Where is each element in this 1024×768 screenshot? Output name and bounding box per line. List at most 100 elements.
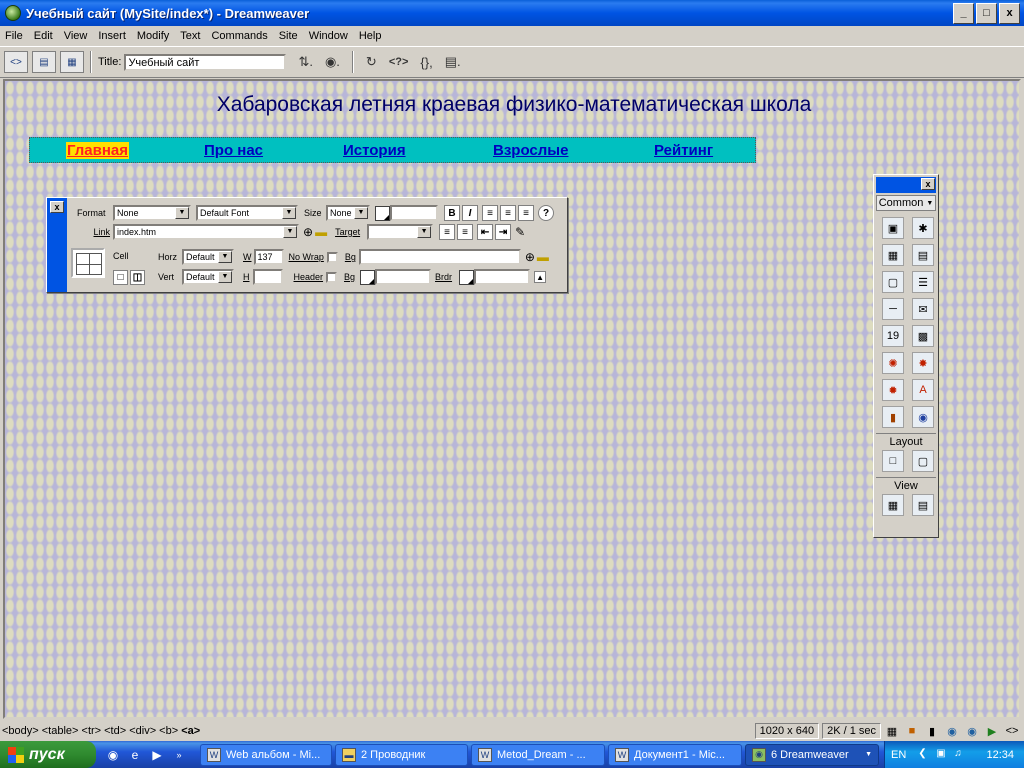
collapse-arrow-icon[interactable]: ▲ (534, 271, 547, 283)
menu-edit[interactable]: Edit (29, 30, 59, 42)
tabular-data-icon[interactable]: ▤ (912, 244, 934, 266)
network-icon[interactable]: ▣ (936, 748, 950, 762)
table-icon[interactable]: ▦ (882, 244, 904, 266)
size-select[interactable]: None ▼ (326, 205, 370, 221)
volume-icon[interactable]: ♫ (954, 748, 968, 762)
link-input[interactable]: index.htm ▼ (113, 224, 299, 240)
menu-site[interactable]: Site (274, 30, 304, 42)
layer-icon[interactable]: ▢ (882, 271, 904, 293)
draw-layout-cell-icon[interactable]: □ (882, 450, 904, 472)
close-icon[interactable]: x (50, 201, 64, 213)
menu-text[interactable]: Text (175, 30, 206, 42)
insert-panel[interactable]: x Common ▼ ▣ ✱ ▦ ▤ ▢ ☰ ─ ✉ 19 ▩ ✺ ✸ ✹ A … (873, 174, 939, 538)
menu-file[interactable]: File (0, 30, 29, 42)
nav-link-history[interactable]: История (343, 142, 406, 159)
code-view-icon[interactable]: <> (4, 51, 28, 73)
bold-button[interactable]: B (444, 205, 460, 221)
text-color-field[interactable] (390, 205, 438, 221)
email-link-icon[interactable]: ✉ (912, 298, 934, 320)
nav-table[interactable]: Главная Про нас История Взрослые Рейтинг (29, 137, 756, 163)
taskbar-item[interactable]: W Web альбом - Mi... (200, 743, 332, 766)
image-icon[interactable]: ▣ (882, 217, 904, 239)
window-size-display[interactable]: 1020 x 640 (754, 723, 820, 739)
assets-icon[interactable]: ■ (904, 723, 920, 739)
browse-folder-icon[interactable]: ▬ (315, 225, 327, 239)
bg-image-input[interactable] (358, 249, 521, 265)
menu-commands[interactable]: Commands (206, 30, 273, 42)
site-icon[interactable]: ▦ (884, 723, 900, 739)
flash-text-icon[interactable]: A (912, 379, 934, 401)
maximize-button[interactable]: □ (976, 2, 997, 24)
minimize-button[interactable]: _ (953, 2, 974, 24)
quick-tag-editor-icon[interactable]: ✎ (515, 225, 525, 239)
quicklaunch-chevron-icon[interactable]: » (170, 746, 188, 764)
dreamweaver-quicklaunch-icon[interactable]: ◉ (104, 746, 122, 764)
reference-icon[interactable]: <?> (389, 56, 409, 68)
design-canvas[interactable]: Хабаровская летняя краевая физико-матема… (3, 79, 1021, 719)
rollover-image-icon[interactable]: ✱ (912, 217, 934, 239)
menu-insert[interactable]: Insert (93, 30, 132, 42)
menu-modify[interactable]: Modify (132, 30, 175, 42)
history-icon[interactable]: ▶ (984, 723, 1000, 739)
code-navigation-icon[interactable]: {}, (420, 55, 432, 70)
close-button[interactable]: x (999, 2, 1020, 24)
indent-icon[interactable]: ⇥ (495, 224, 512, 240)
align-left-icon[interactable]: ≡ (482, 205, 498, 221)
navigation-bar-icon[interactable]: ☰ (912, 271, 934, 293)
taskbar-item[interactable]: W Metod_Dream - ... (471, 743, 605, 766)
draw-layout-table-icon[interactable]: ▢ (912, 450, 934, 472)
file-management-icon[interactable]: ⇅. (298, 54, 313, 70)
flash-image-icon[interactable]: ✹ (882, 379, 904, 401)
layout-view-icon[interactable]: ▤ (912, 494, 934, 516)
view-options-icon[interactable]: ▤. (445, 54, 461, 70)
window-titlebar[interactable]: Учебный сайт (MySite/index*) - Dreamweav… (0, 0, 1024, 26)
property-inspector[interactable]: x Format None ▼ Default Font ▼ Size None ▼ … (46, 197, 568, 293)
ordered-list-icon[interactable]: ≡ (457, 224, 474, 240)
fireworks-html-icon[interactable]: ▮ (882, 406, 904, 428)
tray-expand-icon[interactable]: ❮ (918, 748, 932, 762)
preview-browser-icon[interactable]: ◉. (325, 54, 340, 70)
cell-height-input[interactable] (252, 269, 283, 285)
border-color-input[interactable] (474, 269, 531, 285)
selected-tag[interactable]: <a> (181, 725, 200, 737)
language-indicator[interactable]: EN (891, 749, 906, 761)
start-button[interactable]: пуск (0, 741, 96, 768)
bg-color-input[interactable] (375, 269, 432, 285)
property-inspector-titlebar[interactable]: x (47, 198, 67, 292)
menu-help[interactable]: Help (354, 30, 388, 42)
bg-color-swatch[interactable] (360, 269, 376, 285)
italic-button[interactable]: I (462, 205, 478, 221)
code-inspector-icon[interactable]: <> (1004, 723, 1020, 739)
point-to-file-icon[interactable]: ⊕ (525, 250, 535, 264)
internet-explorer-icon[interactable]: e (126, 746, 144, 764)
target-select[interactable]: ▼ (367, 224, 434, 240)
font-select[interactable]: Default Font ▼ (196, 205, 298, 221)
border-color-swatch[interactable] (459, 269, 475, 285)
horz-select[interactable]: Default ▼ (182, 249, 234, 265)
browse-folder-icon[interactable]: ▬ (537, 250, 549, 264)
header-checkbox[interactable] (326, 271, 338, 283)
design-view-icon[interactable]: ▦ (60, 51, 84, 73)
outdent-icon[interactable]: ⇤ (477, 224, 494, 240)
split-cell-icon[interactable]: ◫ (130, 270, 145, 285)
taskbar-item[interactable]: ▬ 2 Проводник (335, 743, 468, 766)
media-player-icon[interactable]: ▶ (148, 746, 166, 764)
css-styles-icon[interactable]: ◉ (944, 723, 960, 739)
menu-window[interactable]: Window (304, 30, 354, 42)
vert-select[interactable]: Default ▼ (182, 269, 234, 285)
menu-view[interactable]: View (59, 30, 94, 42)
insert-panel-titlebar[interactable]: x (876, 177, 936, 193)
merge-cells-icon[interactable]: □ (113, 270, 128, 285)
page-title-input[interactable]: Учебный сайт (124, 53, 287, 71)
format-select[interactable]: None ▼ (113, 205, 191, 221)
align-center-icon[interactable]: ≡ (500, 205, 516, 221)
split-view-icon[interactable]: ▤ (32, 51, 56, 73)
unordered-list-icon[interactable]: ≡ (439, 224, 456, 240)
nowrap-checkbox[interactable] (326, 251, 338, 263)
refresh-icon[interactable]: ↻ (366, 54, 377, 70)
plugin-globe-icon[interactable]: ◉ (912, 406, 934, 428)
nav-link-adults[interactable]: Взрослые (493, 142, 568, 159)
nav-link-home[interactable]: Главная (66, 142, 130, 159)
taskbar-item-active[interactable]: ◉ 6 Dreamweaver ▼ (745, 743, 879, 766)
flash-button-icon[interactable]: ✸ (912, 352, 934, 374)
